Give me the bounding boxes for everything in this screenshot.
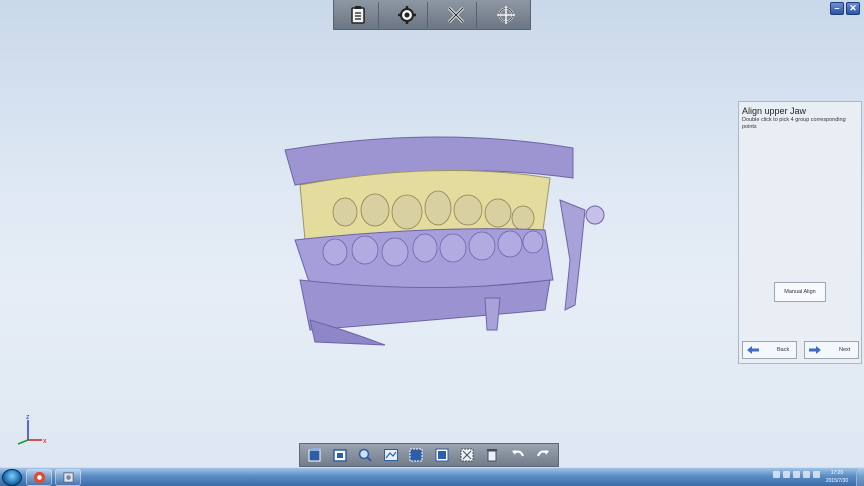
back-label: Back	[777, 347, 790, 353]
view-front-button[interactable]	[329, 445, 351, 465]
scanner-app-icon	[62, 472, 74, 483]
arrow-left-icon	[747, 346, 759, 354]
side-knob	[585, 205, 605, 225]
taskbar-clock[interactable]: 17:20 2015/7/30	[822, 469, 852, 485]
view-front-icon	[333, 449, 347, 462]
fit-view-button[interactable]	[380, 445, 402, 465]
view-cube-button[interactable]	[304, 445, 326, 465]
start-button[interactable]	[2, 469, 22, 486]
view-cube-icon	[308, 448, 322, 462]
align-panel: Align upper Jaw Double click to pick 4 g…	[738, 101, 862, 364]
axis-gizmo: z x	[17, 414, 47, 445]
undo-icon	[511, 450, 524, 457]
lower-base	[299, 279, 551, 331]
zoom-icon	[359, 448, 373, 462]
zoom-button[interactable]	[354, 445, 376, 465]
tray-icon[interactable]	[803, 471, 810, 478]
minimize-button[interactable]: –	[830, 2, 844, 15]
system-tray	[773, 471, 820, 478]
bottom-fragment	[484, 297, 501, 331]
clock-date: 2015/7/30	[825, 478, 849, 484]
axis-x-label: x	[43, 438, 47, 445]
redo-button[interactable]	[532, 445, 554, 465]
close-button[interactable]: ✕	[846, 2, 860, 15]
arrow-right-icon	[809, 346, 821, 354]
select-box-icon	[409, 448, 423, 462]
select-box-button[interactable]	[405, 445, 427, 465]
back-button[interactable]: Back	[742, 341, 797, 359]
redo-icon	[537, 450, 550, 457]
undo-button[interactable]	[507, 445, 529, 465]
tools-icon	[447, 6, 465, 23]
panel-description: Double click to pick 4 group correspondi…	[742, 117, 846, 130]
axis-z-label: z	[26, 414, 30, 421]
target-button[interactable]	[486, 2, 526, 28]
next-button[interactable]: Next	[804, 341, 859, 359]
panel-title: Align upper Jaw	[742, 106, 807, 116]
delete-button[interactable]	[481, 445, 503, 465]
dental-model-viewport[interactable]	[275, 130, 615, 350]
browser-icon	[33, 471, 45, 484]
tray-icon[interactable]	[783, 471, 790, 478]
tray-icon[interactable]	[773, 471, 780, 478]
bottom-toolbar	[299, 443, 559, 467]
crosshair-icon	[496, 5, 515, 24]
deselect-icon	[460, 448, 474, 462]
clipboard-icon	[351, 5, 365, 24]
taskbar-app-browser[interactable]	[26, 469, 52, 486]
next-label: Next	[839, 347, 851, 353]
taskbar: 17:20 2015/7/30	[0, 467, 864, 486]
manual-align-button[interactable]: Manual Align	[774, 282, 826, 302]
fit-view-icon	[383, 449, 398, 461]
settings-gear-icon	[398, 5, 416, 24]
tools-button[interactable]	[437, 1, 477, 28]
clipboard-button[interactable]	[339, 1, 379, 28]
settings-button[interactable]	[388, 1, 428, 28]
deselect-button[interactable]	[456, 445, 478, 465]
delete-icon	[487, 449, 498, 462]
tray-icon[interactable]	[793, 471, 800, 478]
select-all-button[interactable]	[431, 445, 453, 465]
top-toolbar	[333, 0, 531, 30]
tray-icon[interactable]	[813, 471, 820, 478]
clock-time: 17:20	[830, 470, 844, 476]
taskbar-app-scanner[interactable]	[55, 469, 81, 486]
select-all-icon	[435, 448, 449, 462]
show-desktop-button[interactable]	[856, 468, 864, 486]
window-controls: – ✕	[830, 2, 860, 15]
side-fragment	[559, 199, 586, 311]
